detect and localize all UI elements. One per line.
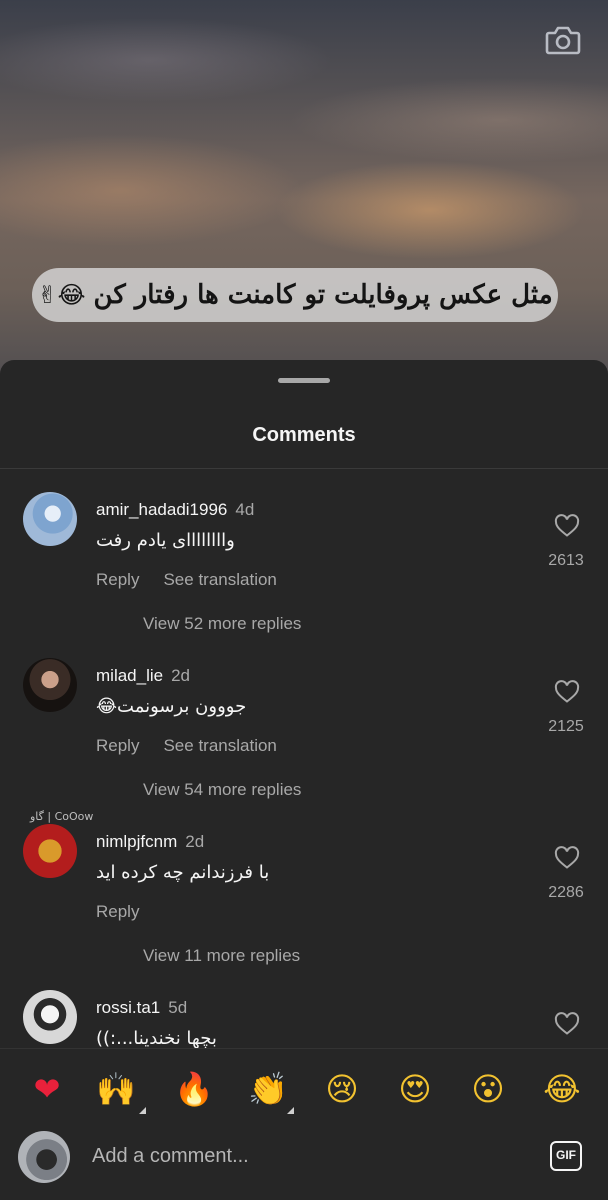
comment-age: 5d [168,998,188,1017]
comment-actions: Reply See translation [96,570,301,590]
reaction-heart[interactable]: ❤ [23,1065,71,1113]
heart-outline-icon[interactable] [554,846,580,870]
reaction-clap[interactable]: 👏 [244,1065,292,1113]
comment-text: واااااااای یادم رفت [96,530,235,551]
see-translation-button[interactable]: See translation [163,736,276,755]
like-count: 2613 [548,552,584,569]
caption-emoji: 😂✌ [37,281,86,309]
reaction-crying[interactable]: 😢 [318,1065,366,1113]
comment-age: 2d [185,832,205,851]
avatar[interactable] [23,492,77,546]
comment-item: amir_hadadi1996 4d واااااااای یادم رفت Re… [0,492,608,652]
reaction-heart-eyes[interactable]: 😍 [391,1065,439,1113]
caption-text: مثل عکس پروفایلت تو کامنت ها رفتار کن [93,280,553,310]
my-avatar [18,1131,70,1183]
sheet-title: Comments [252,424,356,446]
reaction-fire[interactable]: 🔥 [170,1065,218,1113]
comment-item: nimlpjfcnm 2d با فرزندانم چه کرده اید Rep… [0,824,608,984]
reaction-laughing[interactable]: 😂 [538,1065,586,1113]
comment-item: rossi.ta15d بچها نخندینا...:)) 2650 [0,990,608,1048]
see-translation-button[interactable]: See translation [163,570,276,589]
comment-age: 4d [235,500,255,519]
view-replies-button[interactable]: View 52 more replies [143,614,301,634]
avatar[interactable] [23,990,77,1044]
reaction-raised-hands[interactable]: 🙌 [92,1065,140,1113]
comment-meta: amir_hadadi1996 4d [96,500,254,520]
post-caption: مثل عکس پروفایلت تو کامنت ها رفتار کن 😂✌ [32,268,558,322]
comment-age: 2d [171,666,191,685]
quick-reactions: ❤ 🙌 🔥 👏 😢 😍 😮 😂 [0,1065,608,1114]
reaction-surprised[interactable]: 😮 [464,1065,512,1113]
comment-username[interactable]: nimlpjfcnm [96,832,177,851]
comment-actions: Reply [96,902,163,922]
comment-meta: rossi.ta1 5d [96,998,187,1018]
comment-composer-bar: ❤ 🙌 🔥 👏 😢 😍 😮 😂 GIF [0,1048,608,1200]
comment-username[interactable]: milad_lie [96,666,163,685]
avatar[interactable] [23,658,77,712]
camera-icon[interactable] [545,24,581,56]
more-variants-indicator [139,1107,146,1114]
reply-button[interactable]: Reply [96,902,139,921]
comment-text: با فرزندانم چه کرده اید [96,862,270,883]
comment-meta: nimlpjfcnm 2d [96,832,204,852]
avatar[interactable] [23,824,77,878]
post-background-image [0,0,608,400]
drag-handle[interactable] [278,378,330,383]
comment-input[interactable] [92,1141,512,1171]
comment-username[interactable]: amir_hadadi1996 [96,500,227,519]
comment-item: milad_lie 2d جووون برسونمت😂 Reply See tran… [0,658,608,818]
gif-icon[interactable]: GIF [550,1141,582,1171]
like-count: 2125 [548,718,584,735]
heart-outline-icon[interactable] [554,514,580,538]
more-variants-indicator [287,1107,294,1114]
comment-meta: milad_lie 2d [96,666,190,686]
reply-button[interactable]: Reply [96,570,139,589]
comment-actions: Reply See translation [96,736,301,756]
comment-username[interactable]: rossi.ta1 [96,998,160,1017]
view-replies-button[interactable]: View 54 more replies [143,780,301,800]
heart-outline-icon[interactable] [554,680,580,704]
watermark: گاو | CoOow [30,810,94,823]
comment-text: بچها نخندینا...:)) [96,1028,217,1048]
view-replies-button[interactable]: View 11 more replies [143,946,300,966]
reply-button[interactable]: Reply [96,736,139,755]
divider [0,468,608,469]
heart-outline-icon[interactable] [554,1012,580,1036]
like-count: 2286 [548,884,584,901]
comment-text: جووون برسونمت😂 [96,696,247,717]
